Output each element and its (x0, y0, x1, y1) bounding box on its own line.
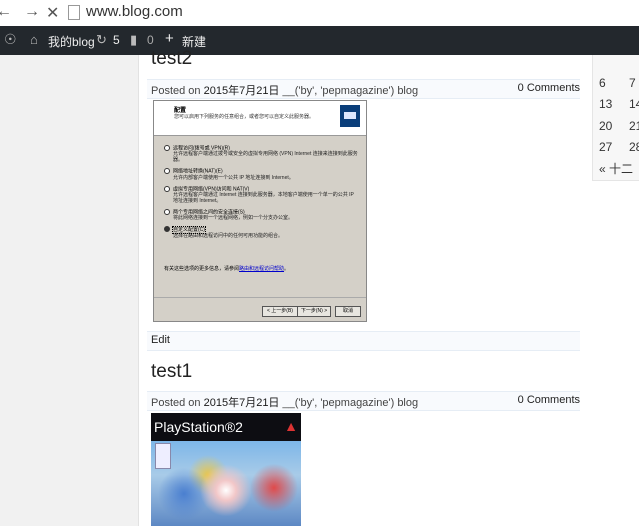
calendar-day[interactable]: 6 (599, 76, 606, 90)
radio-selected-icon (164, 226, 170, 233)
plus-icon[interactable]: + (165, 30, 174, 47)
post-author-meta: __('by', 'pepmagazine') (282, 397, 395, 409)
option-label: 自定义配置(C) (172, 225, 206, 234)
posted-on-label: Posted on (151, 397, 201, 409)
option-item: 自定义配置(C) 选择在路由和远程访问中的任何可用功能的组合。 (164, 225, 360, 239)
browser-toolbar: ← → ✕ www.blog.com (0, 0, 639, 27)
option-item: 远程访问(拨号或 VPN)(R) 允许远程客户端通过拨号或安全的虚拟专用网络 (… (164, 145, 360, 163)
comments-link[interactable]: 0 Comments (518, 82, 580, 94)
cover-badge (155, 443, 171, 469)
post-date-link[interactable]: 2015年7月21日 (204, 397, 280, 409)
playstation-mark-icon: ▲ (284, 418, 298, 434)
calendar-day[interactable]: 7 (629, 76, 636, 90)
hint-link: 路由和远程访问帮助 (239, 266, 285, 272)
next-button: 下一步(N) > (297, 306, 331, 317)
back-icon[interactable]: ← (0, 3, 12, 21)
posted-on-label: Posted on (151, 85, 201, 97)
calendar-prev-month-link[interactable]: « 十二 (599, 160, 633, 177)
dialog-hint: 有关这些选项的更多信息，请参阅路由和远程访问帮助。 (164, 265, 289, 272)
calendar-day[interactable]: 14 (629, 97, 639, 111)
option-desc: 允许内部客户端使用一个公共 IP 地址连接到 Internet。 (173, 174, 294, 181)
option-desc: 选择在路由和远程访问中的任何可用功能的组合。 (173, 232, 284, 239)
post-meta: Posted on 2015年7月21日 __('by', 'pepmagazi… (147, 79, 580, 99)
server-icon (340, 105, 360, 127)
post-title[interactable]: test1 (151, 361, 192, 383)
close-icon[interactable]: ✕ (46, 3, 59, 23)
option-desc: 允许远程客户端通过 Internet 连接到此服务器，本地客户端使用一个单一的公… (173, 191, 354, 204)
option-item: 两个专用网络之间的安全连接(S) 将此网络连接到一个远程网络，例如一个分支办公室… (164, 208, 360, 222)
cover-artwork (151, 441, 301, 526)
radio-icon (164, 145, 170, 151)
post-title[interactable]: test2 (151, 48, 192, 70)
post-category-link[interactable]: blog (397, 397, 418, 409)
dialog-header: 配置 您可以启用下列服务的任意组合，或者您可以自定义此服务器。 (154, 101, 366, 136)
forward-icon[interactable]: → (24, 3, 40, 21)
calendar-day[interactable]: 27 (599, 140, 612, 154)
comments-icon[interactable]: ▮ (130, 32, 137, 48)
post-date-link[interactable]: 2015年7月21日 (204, 85, 280, 97)
updates-count: 5 (113, 33, 120, 47)
hint-text: 有关这些选项的更多信息，请参阅 (164, 266, 240, 272)
calendar-day[interactable]: 20 (599, 119, 612, 133)
home-icon[interactable]: ⌂ (30, 32, 38, 47)
post-image[interactable]: PlayStation®2 ▲ (151, 413, 301, 526)
option-item: 网络地址转换(NAT)(E) 允许内部客户端使用一个公共 IP 地址连接到 In… (164, 168, 360, 181)
comments-link[interactable]: 0 Comments (518, 394, 580, 406)
address-bar[interactable]: www.blog.com (86, 3, 183, 20)
post-category-link[interactable]: blog (397, 85, 418, 97)
admin-bar: ☉ ⌂ 我的blog ↻ 5 ▮ 0 + 新建 (0, 26, 639, 55)
calendar-day[interactable]: 28 (629, 140, 639, 154)
playstation-logo: PlayStation®2 (154, 419, 243, 435)
wordpress-logo-icon[interactable]: ☉ (4, 31, 17, 48)
calendar-day[interactable]: 21 (629, 119, 639, 133)
page-icon (68, 5, 80, 20)
site-name-link[interactable]: 我的blog (48, 33, 95, 50)
radio-icon (164, 185, 170, 192)
dialog-subheading: 您可以启用下列服务的任意组合，或者您可以自定义此服务器。 (174, 114, 315, 120)
option-desc: 允许远程客户端通过拨号或安全的虚拟专用网络 (VPN) Internet 连接来… (173, 151, 358, 164)
dialog-options: 远程访问(拨号或 VPN)(R) 允许远程客户端通过拨号或安全的虚拟专用网络 (… (164, 145, 360, 244)
comments-count: 0 (147, 33, 154, 47)
option-label: 网络地址转换(NAT)(E) (173, 168, 223, 175)
hint-suffix: 。 (284, 266, 290, 272)
radio-icon (164, 208, 170, 215)
post-image[interactable]: 配置 您可以启用下列服务的任意组合，或者您可以自定义此服务器。 远程访问(拨号或… (153, 100, 367, 322)
option-item: 虚拟专用网络(VPN)访问和 NAT(V) 允许远程客户端通过 Internet… (164, 185, 360, 204)
post-footer: Edit (147, 331, 580, 351)
radio-icon (164, 168, 170, 175)
back-button: < 上一步(B) (262, 306, 298, 317)
post-meta: Posted on 2015年7月21日 __('by', 'pepmagazi… (147, 391, 580, 411)
dialog-buttons: < 上一步(B) 下一步(N) > 取消 (154, 297, 366, 321)
cover-header: PlayStation®2 ▲ (151, 413, 301, 441)
calendar-day[interactable]: 13 (599, 97, 612, 111)
left-sidebar (0, 55, 139, 526)
option-desc: 将此网络连接到一个远程网络，例如一个分支办公室。 (173, 215, 294, 222)
edit-link[interactable]: Edit (151, 334, 170, 346)
updates-icon[interactable]: ↻ (96, 32, 107, 48)
post-author-meta: __('by', 'pepmagazine') (282, 85, 395, 97)
cancel-button: 取消 (335, 306, 361, 317)
calendar-widget: 6 7 13 14 20 21 27 28 « 十二 (592, 55, 639, 181)
